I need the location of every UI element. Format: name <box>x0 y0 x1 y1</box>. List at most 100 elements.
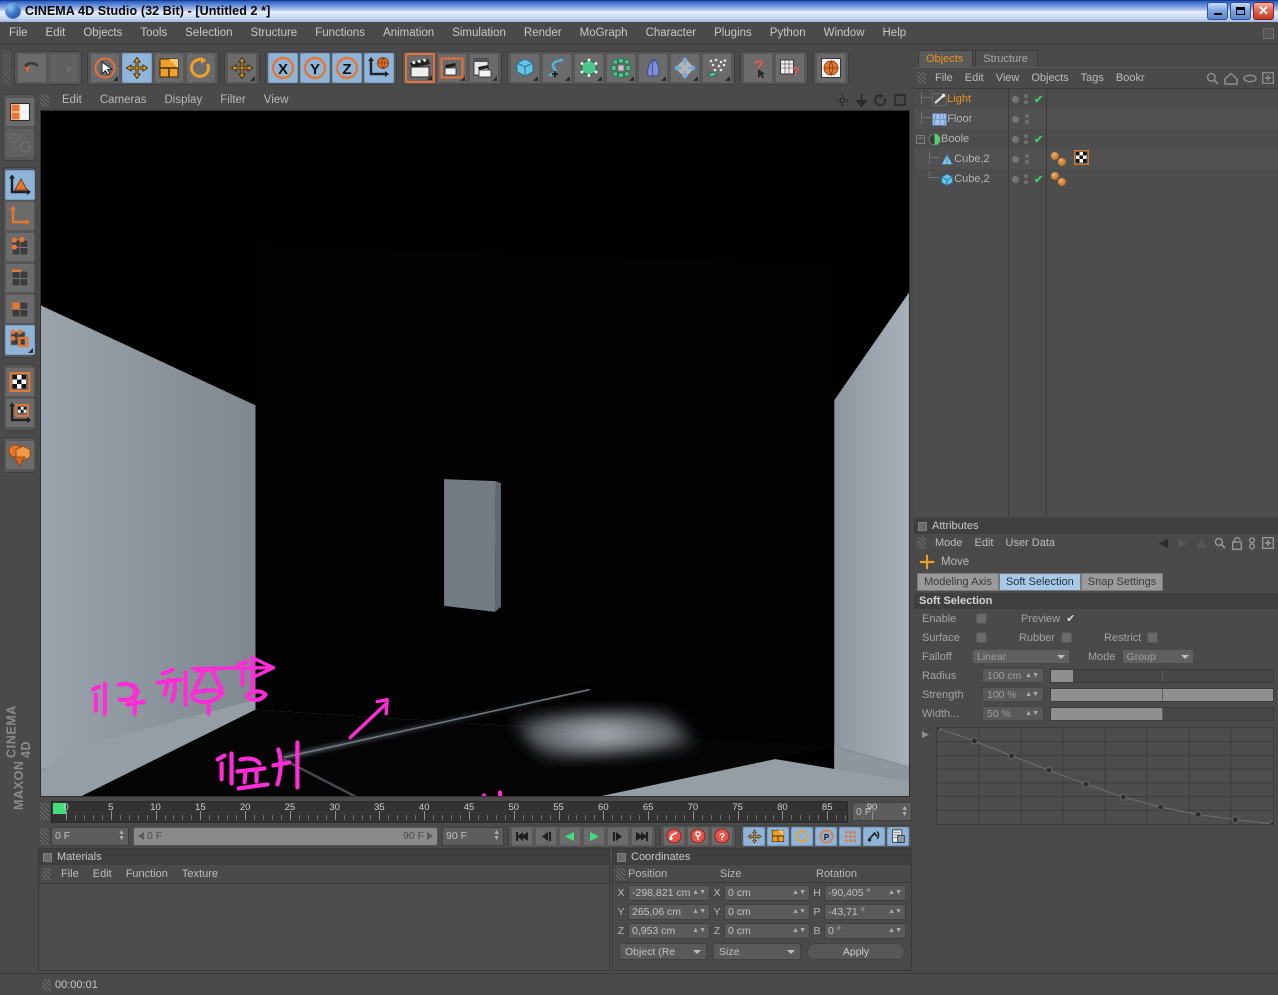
restrict-checkbox[interactable] <box>1147 632 1159 643</box>
attributes-grip[interactable] <box>917 537 926 549</box>
tab-structure[interactable]: Structure <box>975 50 1038 67</box>
plus-box-icon[interactable] <box>1262 72 1274 84</box>
move-tool-button[interactable] <box>227 53 257 83</box>
object-mode-dropdown[interactable]: Object (Re <box>619 943 707 960</box>
objects-menu-objects[interactable]: Objects <box>1025 70 1074 86</box>
expand-corner-icon[interactable] <box>492 76 497 81</box>
spinner-icon[interactable]: ▲▼ <box>1025 672 1039 679</box>
minimize-button[interactable] <box>1207 2 1228 20</box>
object-row-light[interactable]: ├─ Light <box>914 89 1008 109</box>
undo-button[interactable] <box>17 53 47 83</box>
toolbar-grip[interactable] <box>2 51 11 85</box>
panel-menu-icon[interactable] <box>918 521 927 531</box>
expand-corner-icon[interactable] <box>250 76 255 81</box>
menu-character[interactable]: Character <box>637 24 706 42</box>
step-back-button[interactable] <box>535 826 557 846</box>
coordinates-grip[interactable] <box>616 867 625 880</box>
particles-button[interactable] <box>702 53 732 83</box>
scale-button[interactable] <box>154 53 184 83</box>
rotation-h-input[interactable]: -90,405 ° ▲▼ <box>824 884 906 901</box>
materials-menu-file[interactable]: File <box>54 866 86 882</box>
record-keyframe-button[interactable] <box>663 826 685 846</box>
object-row-cube-2a[interactable]: ├─ Cube,2 <box>914 149 1008 169</box>
check-icon[interactable]: ✔ <box>1034 173 1043 186</box>
attributes-menu-mode[interactable]: Mode <box>929 535 969 551</box>
strength-slider[interactable] <box>1050 687 1274 702</box>
materials-menu-function[interactable]: Function <box>119 866 175 882</box>
expand-corner-icon[interactable] <box>661 76 666 81</box>
object-row-cube-2b[interactable]: └─ Cube,2 <box>914 169 1008 189</box>
render-region-button[interactable] <box>437 53 467 83</box>
redo-button[interactable] <box>49 53 79 83</box>
tab-snap-settings[interactable]: Snap Settings <box>1080 573 1164 591</box>
position-x-input[interactable]: -298,821 cm ▲▼ <box>628 884 710 901</box>
array-button[interactable] <box>606 53 636 83</box>
deformer-button[interactable] <box>638 53 668 83</box>
timeline-control-grip[interactable] <box>40 827 49 845</box>
spinner-icon[interactable]: ▲▼ <box>792 908 806 915</box>
objects-menu-bookmarks[interactable]: Bookr <box>1110 70 1151 86</box>
current-frame-input[interactable]: 0 F ▲ ▼ <box>51 826 129 846</box>
eye-icon[interactable] <box>1243 74 1257 83</box>
lock-x-button[interactable]: X <box>268 53 298 83</box>
width-input[interactable]: 50 % ▲▼ <box>982 706 1044 721</box>
objects-menu-tags[interactable]: Tags <box>1075 70 1110 86</box>
render-view-button[interactable] <box>405 53 435 83</box>
viewport-menu-display[interactable]: Display <box>155 92 211 108</box>
forward-arrow-icon[interactable] <box>1176 538 1189 549</box>
workplane-button[interactable] <box>5 440 35 470</box>
menu-corner-icon[interactable] <box>1263 27 1274 39</box>
spinner-icon[interactable]: ▲▼ <box>888 889 902 896</box>
keyframe-selection-button[interactable]: ? <box>711 826 733 846</box>
expand-corner-icon[interactable] <box>460 76 465 81</box>
spinner-icon[interactable]: ▲▼ <box>493 829 500 842</box>
falloff-dropdown[interactable]: Linear <box>972 649 1070 664</box>
visibility-dots-icon[interactable] <box>1024 174 1029 184</box>
expand-corner-icon[interactable] <box>597 76 602 81</box>
key-auto-button[interactable] <box>863 826 885 846</box>
surface-checkbox[interactable] <box>976 632 987 643</box>
mode-dropdown[interactable]: Group <box>1121 649 1194 664</box>
size-x-input[interactable]: 0 cm ▲▼ <box>724 884 810 901</box>
expand-corner-icon[interactable] <box>427 75 432 80</box>
edge-mode-button[interactable] <box>5 263 35 293</box>
panel-menu-icon[interactable] <box>617 852 626 862</box>
visibility-dots-icon[interactable] <box>1024 134 1029 144</box>
preview-checkbox[interactable]: ✔ <box>1066 612 1075 625</box>
objects-menu-edit[interactable]: Edit <box>959 70 990 86</box>
lock-icon[interactable] <box>1232 536 1242 550</box>
strength-input[interactable]: 100 % ▲▼ <box>982 687 1044 702</box>
tab-soft-selection[interactable]: Soft Selection <box>998 573 1081 591</box>
materials-list[interactable] <box>39 884 609 970</box>
viewport-menu-cameras[interactable]: Cameras <box>91 92 156 108</box>
spinner-icon[interactable]: ▲▼ <box>692 908 706 915</box>
attributes-menu-user-data[interactable]: User Data <box>1000 535 1062 551</box>
menu-simulation[interactable]: Simulation <box>443 24 515 42</box>
spinner-icon[interactable]: ▲▼ <box>888 908 902 915</box>
step-forward-button[interactable] <box>607 826 629 846</box>
menu-plugins[interactable]: Plugins <box>705 24 761 42</box>
viewport-rotate-button[interactable] <box>5 128 35 158</box>
expand-corner-icon[interactable] <box>28 348 33 353</box>
menu-tools[interactable]: Tools <box>131 24 176 42</box>
spinner-icon[interactable]: ▲▼ <box>792 927 806 934</box>
web-button[interactable] <box>816 53 846 83</box>
position-z-input[interactable]: 0,953 cm ▲▼ <box>628 922 710 939</box>
texture-tag-icon[interactable] <box>1073 149 1090 168</box>
tree-expander[interactable]: − <box>916 134 925 144</box>
position-y-input[interactable]: 265,06 cm ▲▼ <box>628 903 710 920</box>
timeline-scrubber[interactable]: 0 F 90 F <box>133 826 438 846</box>
layout-button[interactable] <box>5 97 35 127</box>
lock-z-button[interactable]: Z <box>332 53 362 83</box>
back-arrow-icon[interactable] <box>1157 538 1170 549</box>
key-position-button[interactable] <box>743 826 765 846</box>
render-settings-button[interactable] <box>469 53 499 83</box>
add-cube-button[interactable] <box>510 53 540 83</box>
help-cursor-button[interactable]: ? <box>743 53 773 83</box>
menu-window[interactable]: Window <box>815 24 874 42</box>
size-z-input[interactable]: 0 cm ▲▼ <box>724 922 810 939</box>
radius-slider[interactable] <box>1050 668 1274 683</box>
width-slider[interactable] <box>1050 706 1274 721</box>
material-tag-icon[interactable] <box>1058 158 1066 166</box>
material-tag-icon[interactable] <box>1058 178 1066 186</box>
